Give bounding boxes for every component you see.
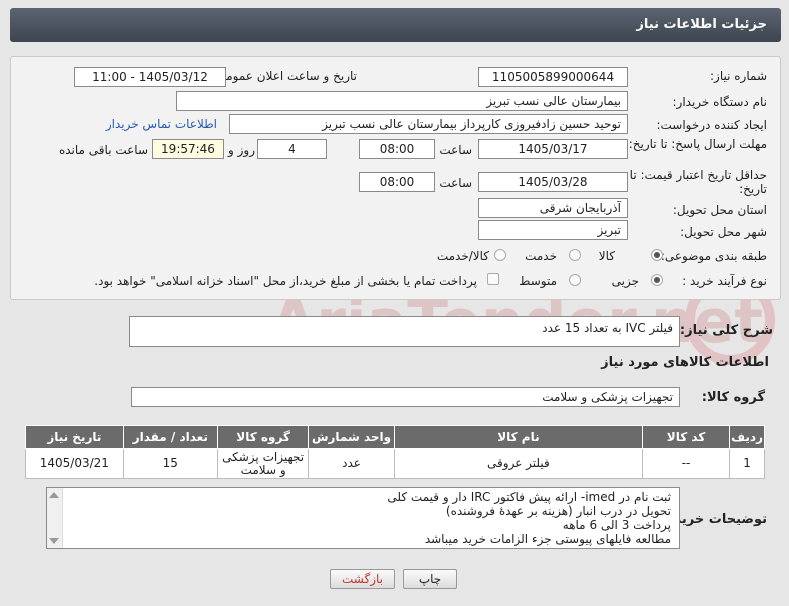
category-label: طبقه بندی موضوعی: [660,249,767,263]
remaining-time-label: ساعت باقی مانده [58,143,148,157]
scroll-up-icon[interactable] [49,492,59,498]
col-header-name: نام کالا [393,425,643,449]
reply-deadline-time-label: ساعت [439,143,472,157]
purchase-type-radio-minor[interactable] [651,274,663,286]
requester-label: ایجاد کننده درخواست: [656,118,767,132]
col-header-row: ردیف [729,425,765,449]
city-field: تبریز [478,220,628,240]
buyer-note-line: مطالعه فایلهای پیوستی جزء الزامات خرید م… [424,532,671,546]
announce-field: 1405/03/12 - 11:00 [74,67,226,87]
back-button[interactable]: بازگشت [330,569,395,589]
cell-code: -- [641,448,731,479]
requester-field: توحید حسین زادفیروزی کارپرداز بیمارستان … [229,114,628,134]
buyer-org-field: بیمارستان عالی نسب تبریز [176,91,628,111]
buyer-note-line: ثبت نام در imed- ارائه پیش فاکتور IRC دا… [387,490,671,504]
page-title: جزئیات اطلاعات نیاز [636,17,767,32]
cell-group: تجهیزات پزشکی و سلامت [216,448,310,479]
category-option-service: خدمت [525,249,557,263]
buyer-note-line: تحویل در درب انبار (هزینه بر عهدهٔ فروشن… [445,504,671,518]
buyer-note-line: پرداخت 3 الی 6 ماهه [562,518,671,532]
announce-label: تاریخ و ساعت اعلان عمومی: [212,69,357,83]
table-row: 1 -- فیلتر عروقی عدد تجهیزات پزشکی و سلا… [25,448,765,479]
category-option-goods: کالا [598,249,615,263]
cell-row: 1 [729,448,765,479]
col-header-code: کد کالا [641,425,731,449]
category-option-goods-service: کالا/خدمت [436,249,489,263]
col-header-unit: واحد شمارش [308,425,395,449]
buyer-notes-scrollbar[interactable] [47,488,63,548]
purchase-type-option-medium: متوسط [519,274,557,288]
category-radio-service[interactable] [569,249,581,261]
treasury-note: پرداخت تمام یا بخشی از مبلغ خرید،از محل … [94,274,477,288]
col-header-need-date: تاریخ نیاز [25,425,124,449]
cell-need-date: 1405/03/21 [25,448,124,479]
price-validity-date: 1405/03/28 [478,172,628,192]
goods-section-title: اطلاعات کالاهای مورد نیاز [601,355,769,370]
reply-deadline-time: 08:00 [359,139,435,159]
goods-table-header: ردیف کد کالا نام کالا واحد شمارش گروه کا… [25,425,765,449]
buyer-org-label: نام دستگاه خریدار: [672,95,768,109]
remaining-time-counter: 19:57:46 [152,139,224,159]
city-label: شهر محل تحویل: [680,225,767,239]
cell-quantity: 15 [122,448,218,479]
remaining-days-label: روز و [228,143,255,157]
goods-table: ردیف کد کالا نام کالا واحد شمارش گروه کا… [25,425,765,479]
reply-deadline-label: مهلت ارسال پاسخ: تا تاریخ: [628,137,767,151]
goods-group-label: گروه کالا: [701,390,765,405]
goods-group-field: تجهیزات پزشکی و سلامت [131,387,680,407]
buyer-notes-field[interactable]: ثبت نام در imed- ارائه پیش فاکتور IRC دا… [46,487,680,549]
purchase-type-option-minor: جزیی [611,274,639,288]
price-validity-time: 08:00 [359,172,435,192]
treasury-checkbox[interactable] [487,273,499,285]
cell-name: فیلتر عروقی [393,448,643,479]
price-validity-time-label: ساعت [439,176,472,190]
print-button[interactable]: چاپ [403,569,457,589]
buyer-contact-link[interactable]: اطلاعات تماس خریدار [106,117,217,131]
remaining-days: 4 [257,139,327,159]
cell-unit: عدد [308,448,395,479]
need-number-label: شماره نیاز: [710,69,767,83]
category-radio-goods-service[interactable] [494,249,506,261]
col-header-group: گروه کالا [216,425,310,449]
purchase-type-radio-medium[interactable] [569,274,581,286]
price-validity-label: حداقل تاریخ اعتبار قیمت: تا تاریخ: [629,168,767,196]
general-description-field: فیلتر IVC به تعداد 15 عدد [129,316,680,347]
purchase-type-label: نوع فرآیند خرید : [682,274,767,288]
col-header-quantity: تعداد / مقدار [122,425,218,449]
general-description-label: شرح کلی نیاز: [679,323,773,338]
province-label: استان محل تحویل: [672,203,767,217]
reply-deadline-date: 1405/03/17 [478,139,628,159]
page-title-bar: جزئیات اطلاعات نیاز [10,8,781,42]
category-radio-goods[interactable] [651,249,663,261]
province-field: آذربایجان شرقی [478,198,628,218]
need-number-field: 1105005899000644 [478,67,628,87]
scroll-down-icon[interactable] [49,538,59,544]
